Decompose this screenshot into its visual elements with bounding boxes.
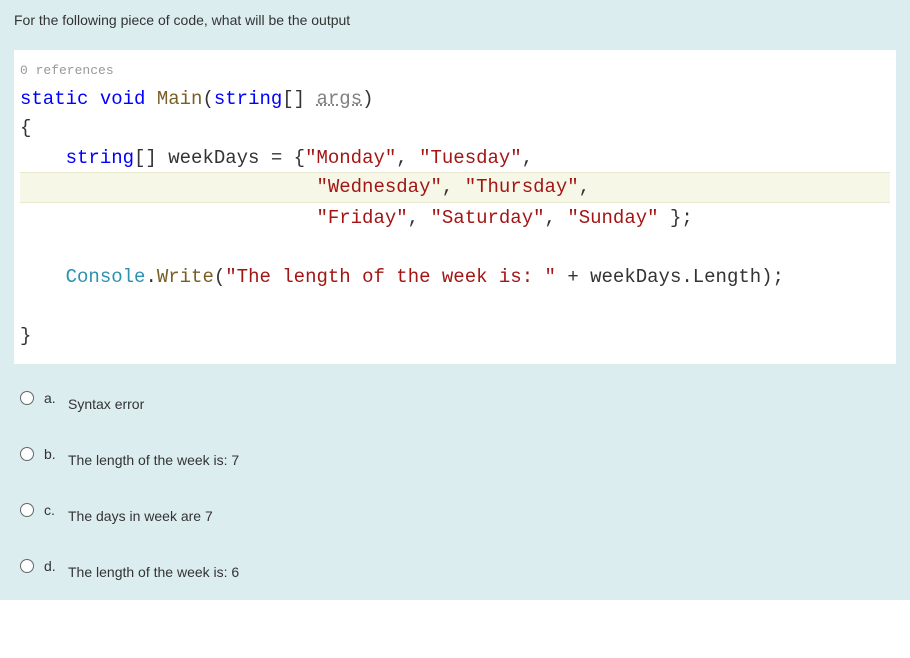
comma6: , bbox=[545, 207, 568, 229]
type-string: string bbox=[214, 88, 282, 110]
indent3 bbox=[20, 207, 316, 229]
option-d[interactable]: d. The length of the week is: 6 bbox=[20, 558, 890, 580]
option-letter: a. bbox=[44, 390, 62, 406]
brackets: [] bbox=[282, 88, 316, 110]
code-block: 0 referencesstatic void Main(string[] ar… bbox=[14, 50, 896, 364]
comma5: , bbox=[408, 207, 431, 229]
option-text: The days in week are 7 bbox=[68, 502, 213, 524]
brace-open: { bbox=[20, 117, 31, 139]
indent2 bbox=[20, 176, 316, 198]
paren-close: ) bbox=[362, 88, 373, 110]
option-letter: c. bbox=[44, 502, 62, 518]
kw-static: static bbox=[20, 88, 88, 110]
decl: [] weekDays = { bbox=[134, 147, 305, 169]
indent bbox=[20, 147, 66, 169]
option-text: Syntax error bbox=[68, 390, 144, 412]
radio-c[interactable] bbox=[20, 503, 34, 517]
arr-end: }; bbox=[659, 207, 693, 229]
option-letter: b. bbox=[44, 446, 62, 462]
class-console: Console bbox=[66, 266, 146, 288]
option-text: The length of the week is: 7 bbox=[68, 446, 239, 468]
option-letter: d. bbox=[44, 558, 62, 574]
method-write: Write bbox=[157, 266, 214, 288]
str-msg: "The length of the week is: " bbox=[225, 266, 556, 288]
indent4 bbox=[20, 266, 66, 288]
comma2: , bbox=[522, 147, 533, 169]
str-fri: "Friday" bbox=[316, 207, 407, 229]
str-thu: "Thursday" bbox=[465, 176, 579, 198]
radio-d[interactable] bbox=[20, 559, 34, 573]
paren-open: ( bbox=[202, 88, 213, 110]
option-a[interactable]: a. Syntax error bbox=[20, 390, 890, 412]
kw-void: void bbox=[100, 88, 146, 110]
option-c[interactable]: c. The days in week are 7 bbox=[20, 502, 890, 524]
options-list: a. Syntax error b. The length of the wee… bbox=[14, 382, 896, 580]
radio-b[interactable] bbox=[20, 447, 34, 461]
tail: + weekDays.Length); bbox=[556, 266, 784, 288]
comma4: , bbox=[579, 176, 590, 198]
method-main: Main bbox=[157, 88, 203, 110]
str-wed: "Wednesday" bbox=[316, 176, 441, 198]
str-sun: "Sunday" bbox=[567, 207, 658, 229]
str-mon: "Monday" bbox=[305, 147, 396, 169]
radio-a[interactable] bbox=[20, 391, 34, 405]
dot: . bbox=[145, 266, 156, 288]
str-sat: "Saturday" bbox=[430, 207, 544, 229]
str-tue: "Tuesday" bbox=[419, 147, 522, 169]
option-text: The length of the week is: 6 bbox=[68, 558, 239, 580]
param-args: args bbox=[317, 88, 363, 110]
comma3: , bbox=[442, 176, 465, 198]
brace-close: } bbox=[20, 325, 31, 347]
option-b[interactable]: b. The length of the week is: 7 bbox=[20, 446, 890, 468]
code-references: 0 references bbox=[20, 63, 114, 78]
comma: , bbox=[396, 147, 419, 169]
question-prompt: For the following piece of code, what wi… bbox=[14, 12, 896, 28]
type-string2: string bbox=[66, 147, 134, 169]
paren-open2: ( bbox=[214, 266, 225, 288]
question-container: For the following piece of code, what wi… bbox=[0, 0, 910, 600]
